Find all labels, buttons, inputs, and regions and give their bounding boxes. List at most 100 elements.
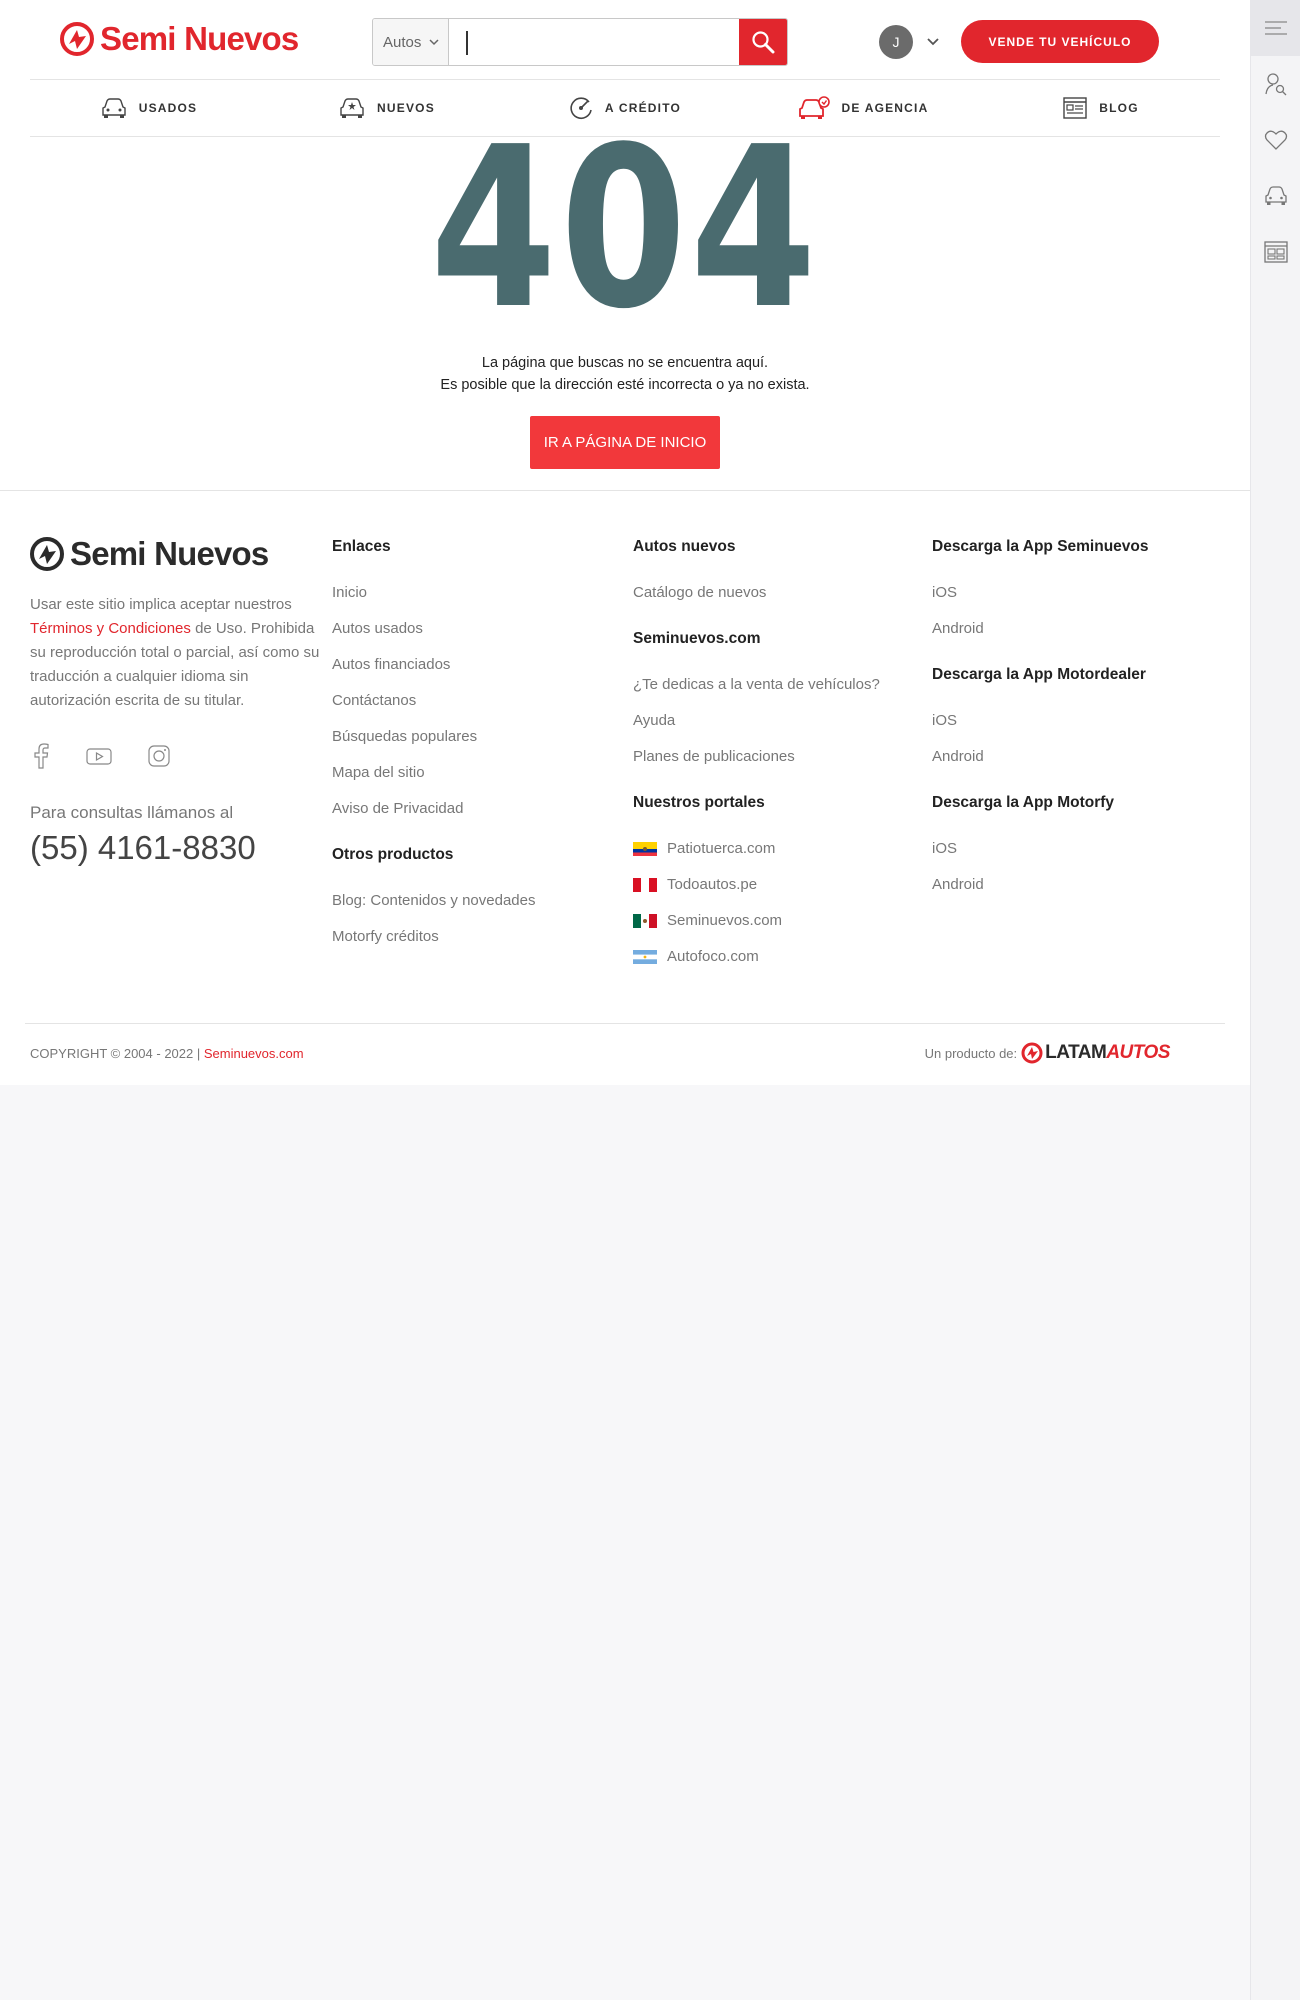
chevron-down-icon — [927, 38, 939, 46]
footer-about: Semi Nuevos Usar este sitio implica acep… — [30, 535, 320, 867]
app-link-ios[interactable]: iOS — [932, 709, 1232, 733]
phone-number[interactable]: (55) 4161-8830 — [30, 829, 320, 867]
nav-label: DE AGENCIA — [841, 101, 929, 115]
chevron-down-icon — [429, 38, 439, 45]
app-link-ios[interactable]: iOS — [932, 837, 1232, 861]
menu-button[interactable] — [1251, 0, 1300, 56]
facebook-icon[interactable] — [30, 743, 52, 769]
nav-label: NUEVOS — [377, 101, 435, 115]
error-code: 404 — [430, 100, 820, 358]
portal-label: Patiotuerca.com — [667, 840, 776, 857]
footer-link[interactable]: Búsquedas populares — [332, 725, 622, 749]
portal-link-mexico[interactable]: Seminuevos.com — [633, 909, 933, 933]
portal-link-ecuador[interactable]: Patiotuerca.com — [633, 837, 933, 861]
portal-label: Todoautos.pe — [667, 876, 758, 893]
youtube-icon[interactable] — [86, 743, 112, 769]
sell-vehicle-button[interactable]: VENDE TU VEHÍCULO — [961, 20, 1159, 63]
site-logo[interactable]: Semi Nuevos — [60, 20, 299, 58]
right-sidebar — [1250, 0, 1300, 2000]
ecuador-flag-icon — [633, 842, 657, 856]
footer-link[interactable]: ¿Te dedicas a la venta de vehículos? — [633, 673, 933, 697]
avatar: J — [879, 25, 913, 59]
search-button[interactable] — [739, 19, 787, 65]
footer-link[interactable]: Motorfy créditos — [332, 925, 622, 949]
footer-link[interactable]: Blog: Contenidos y novedades — [332, 889, 622, 913]
latamautos-logo[interactable]: LATAM AUTOS — [1021, 1042, 1170, 1064]
app-link-android[interactable]: Android — [932, 617, 1232, 641]
footer-heading: Descarga la App Seminuevos — [932, 538, 1149, 555]
footer-link[interactable]: Autos usados — [332, 617, 622, 641]
footer-link[interactable]: Mapa del sitio — [332, 761, 622, 785]
text-caret — [466, 31, 468, 55]
footer-link[interactable]: Inicio — [332, 581, 622, 605]
main-column: Semi Nuevos Autos J VENDE TU VEHÍCULO US… — [0, 0, 1250, 2000]
page-background — [0, 1085, 1250, 2000]
footer-apps: Descarga la App Seminuevos iOS Android D… — [932, 535, 1232, 897]
phone-label: Para consultas llámanos al — [30, 803, 234, 822]
copyright-link[interactable]: Seminuevos.com — [204, 1046, 304, 1061]
user-menu[interactable]: J — [879, 25, 939, 59]
logo-text: Semi Nuevos — [100, 20, 299, 57]
footer-link[interactable]: Contáctanos — [332, 689, 622, 713]
error-message: La página que buscas no se encuentra aqu… — [0, 352, 1250, 396]
new-car-icon — [340, 98, 364, 118]
compare-button[interactable] — [1251, 224, 1300, 280]
latamautos-logo-icon — [1021, 1042, 1043, 1064]
app-link-android[interactable]: Android — [932, 745, 1232, 769]
footer-heading: Otros productos — [332, 846, 454, 863]
car-icon — [102, 98, 126, 118]
go-home-button[interactable]: IR A PÁGINA DE INICIO — [530, 416, 720, 469]
portal-link-argentina[interactable]: Autofoco.com — [633, 945, 933, 969]
car-icon — [1265, 186, 1287, 205]
account-button[interactable] — [1251, 56, 1300, 112]
social-links — [30, 743, 320, 769]
argentina-flag-icon — [633, 950, 657, 964]
footer-heading: Descarga la App Motordealer — [932, 666, 1146, 683]
footer-new-cars: Autos nuevos Catálogo de nuevos Seminuev… — [633, 535, 933, 969]
footer-link[interactable]: Planes de publicaciones — [633, 745, 933, 769]
favorites-button[interactable] — [1251, 112, 1300, 168]
brand-logo-icon — [30, 537, 64, 571]
app-link-android[interactable]: Android — [932, 873, 1232, 897]
footer-logo[interactable]: Semi Nuevos — [30, 535, 320, 573]
portal-label: Autofoco.com — [667, 948, 759, 965]
search-bar: Autos — [372, 18, 788, 66]
heart-icon — [1264, 130, 1288, 150]
legal-text: Usar este sitio implica aceptar nuestros… — [30, 596, 320, 709]
nav-label: USADOS — [138, 101, 198, 115]
footer-link[interactable]: Ayuda — [633, 709, 933, 733]
blog-icon — [1063, 97, 1087, 119]
error-line-2: Es posible que la dirección esté incorre… — [440, 377, 810, 393]
peru-flag-icon — [633, 878, 657, 892]
footer-heading: Autos nuevos — [633, 538, 736, 555]
error-line-1: La página que buscas no se encuentra aqu… — [481, 355, 769, 371]
search-icon — [752, 31, 775, 54]
copyright: COPYRIGHT © 2004 - 2022 | Seminuevos.com — [30, 1046, 304, 1061]
footer-link[interactable]: Autos financiados — [332, 653, 622, 677]
search-input[interactable] — [449, 19, 739, 65]
my-vehicles-button[interactable] — [1251, 168, 1300, 224]
divider — [0, 490, 1250, 491]
terms-link[interactable]: Términos y Condiciones — [30, 620, 191, 637]
mexico-flag-icon — [633, 914, 657, 928]
instagram-icon[interactable] — [146, 743, 172, 769]
product-by-label: Un producto de: — [924, 1045, 1018, 1061]
search-category-select[interactable]: Autos — [373, 19, 449, 65]
brand-logo-icon — [60, 22, 94, 56]
footer-link[interactable]: Catálogo de nuevos — [633, 581, 933, 605]
footer-heading: Descarga la App Motorfy — [932, 794, 1115, 811]
app-link-ios[interactable]: iOS — [932, 581, 1232, 605]
footer-logo-text: Semi Nuevos — [70, 535, 269, 572]
search-category-label: Autos — [383, 33, 422, 51]
divider — [25, 1023, 1225, 1024]
user-search-icon — [1265, 73, 1287, 96]
footer-link[interactable]: Aviso de Privacidad — [332, 797, 622, 821]
footer-heading: Nuestros portales — [633, 794, 765, 811]
portal-label: Seminuevos.com — [667, 912, 783, 929]
portal-link-peru[interactable]: Todoautos.pe — [633, 873, 933, 897]
footer-heading: Enlaces — [332, 538, 391, 555]
compare-icon — [1264, 241, 1288, 263]
nav-label: BLOG — [1099, 101, 1139, 115]
footer-heading: Seminuevos.com — [633, 630, 761, 647]
footer-links: Enlaces Inicio Autos usados Autos financ… — [332, 535, 622, 949]
